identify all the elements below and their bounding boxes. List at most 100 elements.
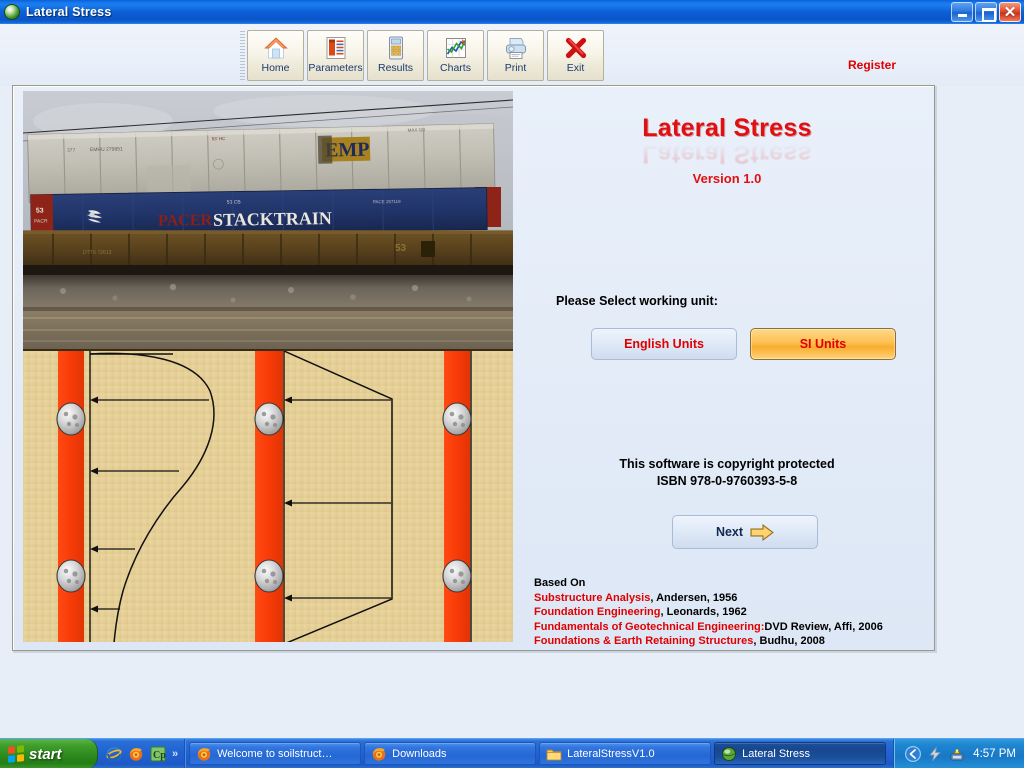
network-activity-icon[interactable]	[949, 746, 965, 762]
svg-text:STACKTRAIN: STACKTRAIN	[213, 208, 332, 230]
next-button-label: Next	[715, 525, 744, 539]
task-button-downloads[interactable]: Downloads	[364, 742, 537, 765]
windows-flag-icon	[8, 745, 24, 763]
svg-text:DTTX 72613: DTTX 72613	[83, 250, 112, 256]
print-button[interactable]: Print	[487, 30, 544, 81]
home-icon	[263, 37, 288, 59]
reference-item: Foundation Engineering, Leonards, 1962	[534, 605, 934, 620]
printer-icon	[505, 38, 526, 59]
folder-icon	[546, 749, 562, 760]
window-title-bar[interactable]: Lateral Stress ✕	[0, 0, 1024, 24]
start-button[interactable]: start	[0, 739, 98, 768]
maximize-button[interactable]	[975, 2, 997, 22]
show-hidden-icons-chevron[interactable]	[905, 745, 922, 762]
toolbar-drag-grip[interactable]	[240, 31, 245, 81]
copyright-line-1: This software is copyright protected	[619, 457, 835, 471]
calculator-icon	[388, 36, 403, 60]
english-units-button[interactable]: English Units	[591, 328, 737, 360]
exit-button[interactable]: Exit	[547, 30, 604, 81]
taskbar-clock[interactable]: 4:57 PM	[973, 748, 1016, 760]
quick-launch-bar: Cp »	[98, 739, 186, 768]
results-button[interactable]: Results	[367, 30, 424, 81]
task-button-label: Downloads	[392, 747, 447, 760]
window-controls: ✕	[951, 2, 1021, 22]
reference-item: Foundations & Earth Retaining Structures…	[534, 634, 934, 649]
copyright-notice: This software is copyright protected ISB…	[518, 456, 936, 490]
red-x-icon	[565, 37, 586, 59]
next-button[interactable]: Next	[672, 515, 818, 549]
isbn-line: ISBN 978-0-9760393-5-8	[656, 474, 798, 488]
lateral-earth-pressure-diagram	[23, 349, 513, 642]
task-button-lateral-stress[interactable]: Lateral Stress	[714, 742, 887, 765]
parameters-button[interactable]: Parameters	[307, 30, 364, 81]
charts-button[interactable]: Charts	[427, 30, 484, 81]
svg-text:PACER: PACER	[158, 212, 213, 230]
app-logo: Lateral Stress Lateral Stress Version 1.…	[518, 114, 936, 186]
taskbar-window-buttons: Welcome to soilstruct… Downloads Lateral…	[185, 739, 894, 768]
app-globe-icon	[4, 4, 20, 20]
svg-text:MAX GR: MAX GR	[408, 127, 427, 132]
lightning-bolt-icon[interactable]	[927, 746, 943, 762]
task-button-label: Lateral Stress	[742, 747, 810, 760]
system-tray: 4:57 PM	[894, 739, 1024, 768]
reference-title: Foundations & Earth Retaining Structures	[534, 635, 754, 647]
right-content-area: Lateral Stress Lateral Stress Version 1.…	[518, 86, 936, 652]
windows-taskbar: start Cp » Welcome to soilstruct… Downlo…	[0, 738, 1024, 768]
internet-explorer-icon[interactable]	[106, 746, 122, 762]
task-button-label: LateralStressV1.0	[567, 747, 655, 760]
references-block: Based On Substructure Analysis, Andersen…	[534, 576, 934, 649]
firefox-icon[interactable]	[128, 746, 144, 762]
close-button[interactable]: ✕	[999, 2, 1021, 22]
svg-text:53' HC: 53' HC	[212, 136, 226, 141]
reference-title: Substructure Analysis	[534, 591, 651, 604]
app-logo-reflection: Lateral Stress	[642, 140, 812, 168]
reference-title: Foundation Engineering	[534, 606, 661, 618]
svg-text:53 CB: 53 CB	[227, 199, 242, 205]
task-button-label: Welcome to soilstruct…	[217, 747, 333, 760]
quick-launch-overflow-chevron[interactable]: »	[172, 748, 178, 760]
window-title: Lateral Stress	[26, 5, 112, 19]
train-photograph: EMP 377 EMHU 279851 53' HC MAX GR 53 PAC…	[23, 91, 513, 349]
reference-author: , Andersen, 1956	[650, 591, 738, 604]
svg-text:PACR: PACR	[34, 218, 48, 224]
svg-text:EMHU 279851: EMHU 279851	[90, 146, 123, 153]
main-toolbar: Home Parameters Results Charts Print Exi…	[0, 24, 1024, 86]
reference-item: Substructure Analysis, Andersen, 1956	[534, 591, 934, 606]
app-globe-icon	[722, 746, 737, 761]
home-button-label: Home	[261, 62, 290, 74]
parameters-list-icon	[326, 37, 345, 59]
firefox-icon	[197, 747, 211, 761]
reference-author: , Budhu, 2008	[753, 635, 825, 647]
toolbar-button-group: Home Parameters Results Charts Print Exi…	[240, 30, 607, 81]
reference-author: , Leonards, 1962	[660, 606, 747, 618]
app-version-label: Version 1.0	[692, 171, 762, 186]
start-button-label: start	[29, 745, 62, 763]
print-button-label: Print	[504, 62, 527, 74]
home-button[interactable]: Home	[247, 30, 304, 81]
svg-text:53: 53	[395, 243, 407, 254]
main-content-panel: EMP 377 EMHU 279851 53' HC MAX GR 53 PAC…	[12, 85, 935, 651]
reference-author: DVD Review, Affi, 2006	[764, 620, 883, 633]
si-units-button[interactable]: SI Units	[750, 328, 896, 360]
register-link[interactable]: Register	[848, 58, 896, 72]
parameters-button-label: Parameters	[308, 62, 363, 74]
pressure-diagram-graphic	[23, 351, 513, 642]
results-button-label: Results	[377, 62, 413, 74]
task-button-welcome-to-soilstruct[interactable]: Welcome to soilstruct…	[189, 742, 362, 765]
firefox-icon	[372, 747, 386, 761]
charts-button-label: Charts	[440, 62, 471, 74]
exit-button-label: Exit	[566, 62, 585, 74]
reference-item: Fundamentals of Geotechnical Engineering…	[534, 620, 934, 635]
task-button-lateralstressv1[interactable]: LateralStressV1.0	[539, 742, 712, 765]
close-icon: ✕	[1003, 3, 1017, 21]
based-on-header: Based On	[534, 577, 586, 589]
capture-cp-icon[interactable]: Cp	[150, 746, 166, 762]
right-arrow-icon	[750, 523, 774, 541]
svg-text:377: 377	[67, 148, 76, 154]
chart-icon	[445, 38, 466, 58]
unit-selection-prompt: Please Select working unit:	[556, 294, 718, 308]
minimize-button[interactable]	[951, 2, 973, 22]
svg-text:PACE 257119: PACE 257119	[373, 199, 401, 204]
train-photo-graphic: EMP 377 EMHU 279851 53' HC MAX GR 53 PAC…	[23, 91, 513, 349]
reference-title: Fundamentals of Geotechnical Engineering…	[534, 620, 765, 633]
